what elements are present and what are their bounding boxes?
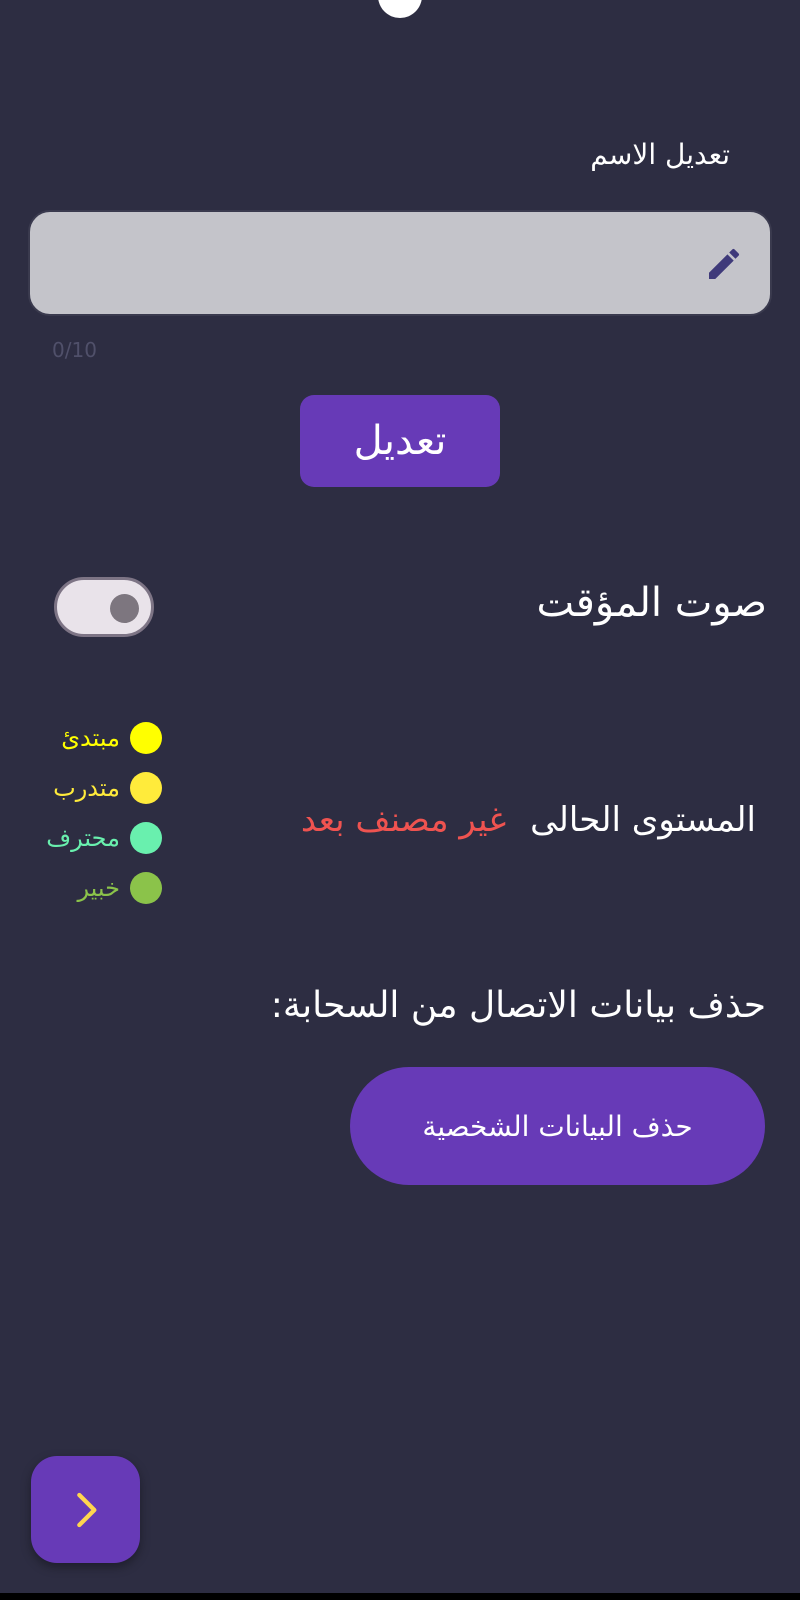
legend-label: مبتدئ [61,724,120,752]
name-input[interactable] [50,242,680,288]
next-button[interactable] [31,1456,140,1563]
current-level-label: المستوى الحالى [530,800,756,840]
system-nav-bar [0,1593,800,1600]
legend-label: متدرب [53,774,120,802]
character-counter: 0/10 [52,338,97,362]
timer-sound-toggle[interactable] [54,577,154,637]
current-level-row: المستوى الحالى غير مصنف بعد [301,800,756,840]
legend-label: خبير [77,874,120,902]
legend-dot [130,772,162,804]
legend-item-professional: محترف [28,818,162,858]
cloud-data-label: حذف بيانات الاتصال من السحابة: [270,985,766,1026]
legend-item-expert: خبير [28,868,162,908]
toggle-knob [110,594,139,623]
legend-dot [130,822,162,854]
current-level-value: غير مصنف بعد [300,800,507,840]
top-indicator-dot [378,0,422,18]
legend-item-trainee: متدرب [28,768,162,808]
legend-label: محترف [46,824,120,852]
name-input-container[interactable] [28,210,772,316]
legend-item-beginner: مبتدئ [28,718,162,758]
name-field-label: تعديل الاسم [590,138,730,171]
edit-name-button[interactable]: تعديل [300,395,500,487]
chevron-right-icon [76,1492,97,1527]
pencil-icon [704,244,744,284]
legend-dot [130,872,162,904]
delete-personal-data-button[interactable]: حذف البيانات الشخصية [350,1067,765,1185]
legend-dot [130,722,162,754]
timer-sound-label: صوت المؤقت [536,580,768,626]
